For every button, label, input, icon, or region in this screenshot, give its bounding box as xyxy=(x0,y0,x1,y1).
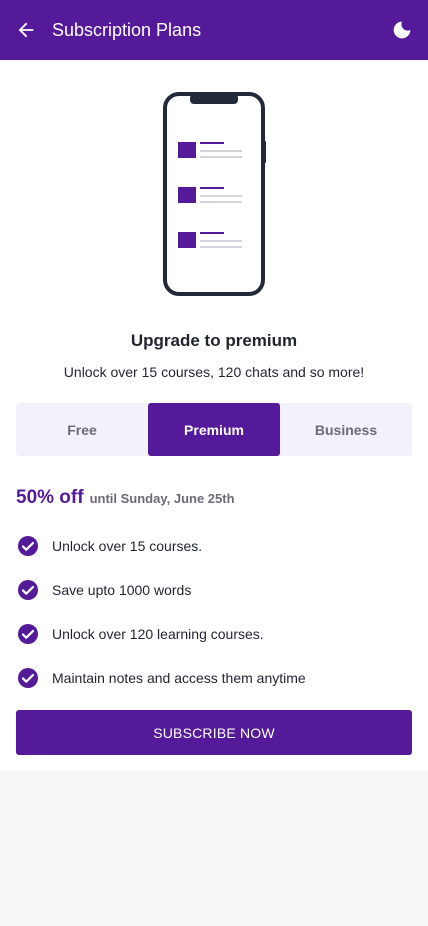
tab-business[interactable]: Business xyxy=(280,403,412,456)
feature-item: Maintain notes and access them anytime xyxy=(16,666,412,690)
check-circle-icon xyxy=(18,536,38,556)
feature-text: Save upto 1000 words xyxy=(52,582,192,598)
back-button[interactable] xyxy=(12,16,40,44)
app-bar: Subscription Plans xyxy=(0,0,428,60)
tab-free[interactable]: Free xyxy=(16,403,148,456)
phone-list-illustration xyxy=(163,92,266,296)
check-circle-icon xyxy=(18,580,38,600)
offer-banner: 50% off until Sunday, June 25th xyxy=(16,487,235,509)
feature-text: Unlock over 120 learning courses. xyxy=(52,626,264,642)
moon-icon xyxy=(393,21,411,39)
feature-item: Save upto 1000 words xyxy=(16,578,412,602)
feature-text: Maintain notes and access them anytime xyxy=(52,670,306,686)
upgrade-headline: Upgrade to premium xyxy=(130,331,298,350)
plan-selector: Free Premium Business xyxy=(16,403,412,456)
feature-item: Unlock over 15 courses. xyxy=(16,534,412,558)
feature-item: Unlock over 120 learning courses. xyxy=(16,622,412,646)
subscribe-now-button[interactable]: SUBSCRIBE NOW xyxy=(16,710,412,755)
upgrade-subline: Unlock over 15 courses, 120 chats and so… xyxy=(63,364,365,380)
discount-value: 50% off xyxy=(16,487,84,508)
check-circle-icon xyxy=(18,624,38,644)
page-title: Subscription Plans xyxy=(52,20,202,40)
tab-premium[interactable]: Premium xyxy=(148,403,280,456)
arrow-left-icon xyxy=(18,22,34,38)
discount-deadline: until Sunday, June 25th xyxy=(89,491,235,506)
feature-text: Unlock over 15 courses. xyxy=(52,538,203,554)
main-content: Upgrade to premium Unlock over 15 course… xyxy=(0,60,428,771)
check-circle-icon xyxy=(18,668,38,688)
theme-toggle-button[interactable] xyxy=(388,16,416,44)
